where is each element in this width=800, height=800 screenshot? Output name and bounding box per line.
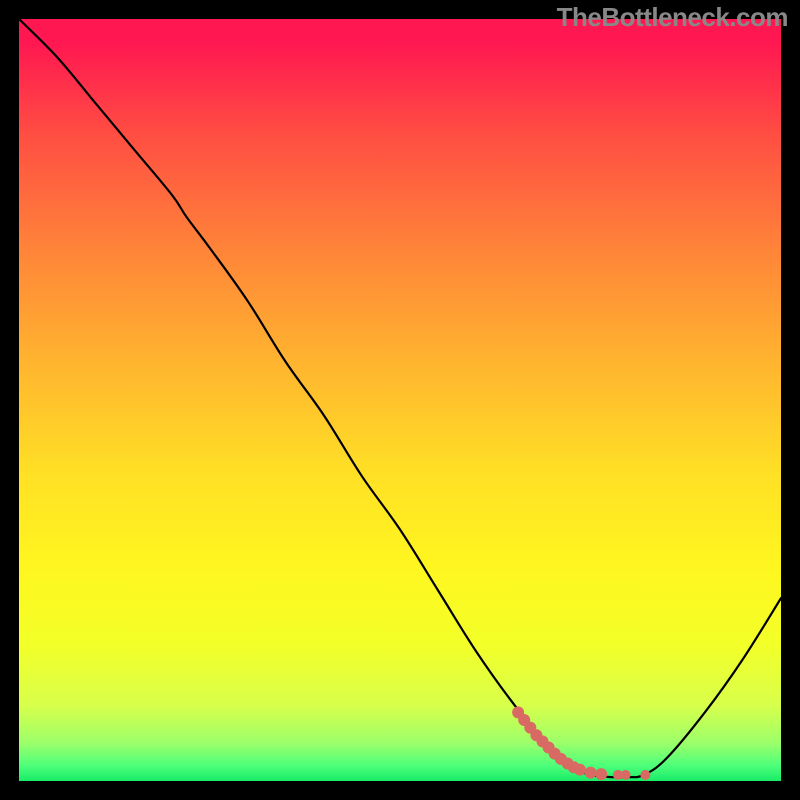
- chart-frame: TheBottleneck.com: [0, 0, 800, 800]
- marker-dot: [640, 770, 650, 780]
- marker-dot: [595, 768, 607, 780]
- plot-area: [19, 19, 781, 781]
- watermark-label: TheBottleneck.com: [557, 2, 788, 33]
- marker-dot: [574, 764, 586, 776]
- marker-dot: [585, 767, 597, 779]
- marker-dot: [621, 770, 631, 780]
- highlight-markers: [19, 19, 781, 781]
